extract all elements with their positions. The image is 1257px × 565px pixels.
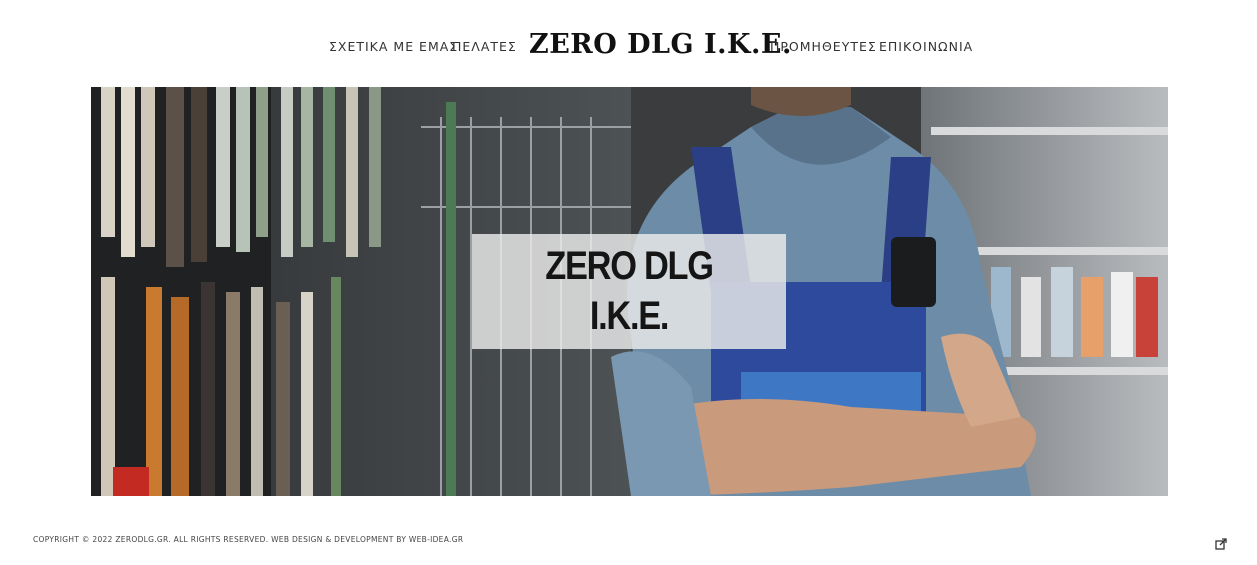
nav-item-clients[interactable]: ΠΕΛΑΤΕΣ xyxy=(452,39,517,54)
hero-title-line-2: I.K.E. xyxy=(589,294,670,338)
top-navigation: ΣΧΕΤΙΚΑ ΜΕ ΕΜΑΣ ΠΕΛΑΤΕΣ ZERO DLG I.K.E. … xyxy=(0,0,1257,88)
share-icon[interactable] xyxy=(1215,538,1227,550)
hero-title-line-1: ZERO DLG xyxy=(545,244,714,288)
nav-item-about[interactable]: ΣΧΕΤΙΚΑ ΜΕ ΕΜΑΣ xyxy=(329,39,458,54)
site-logo[interactable]: ZERO DLG I.K.E. xyxy=(529,29,792,60)
nav-item-suppliers[interactable]: ΠΡΟΜΗΘΕΥΤΕΣ xyxy=(770,39,877,54)
footer-copyright: COPYRIGHT © 2022 ZERODLG.GR. ALL RIGHTS … xyxy=(33,535,464,544)
hero-banner: ZERO DLG I.K.E. xyxy=(91,87,1168,496)
hero-title-box: ZERO DLG I.K.E. xyxy=(472,234,786,349)
nav-item-contact[interactable]: ΕΠΙΚΟΙΝΩΝΙΑ xyxy=(879,39,973,54)
